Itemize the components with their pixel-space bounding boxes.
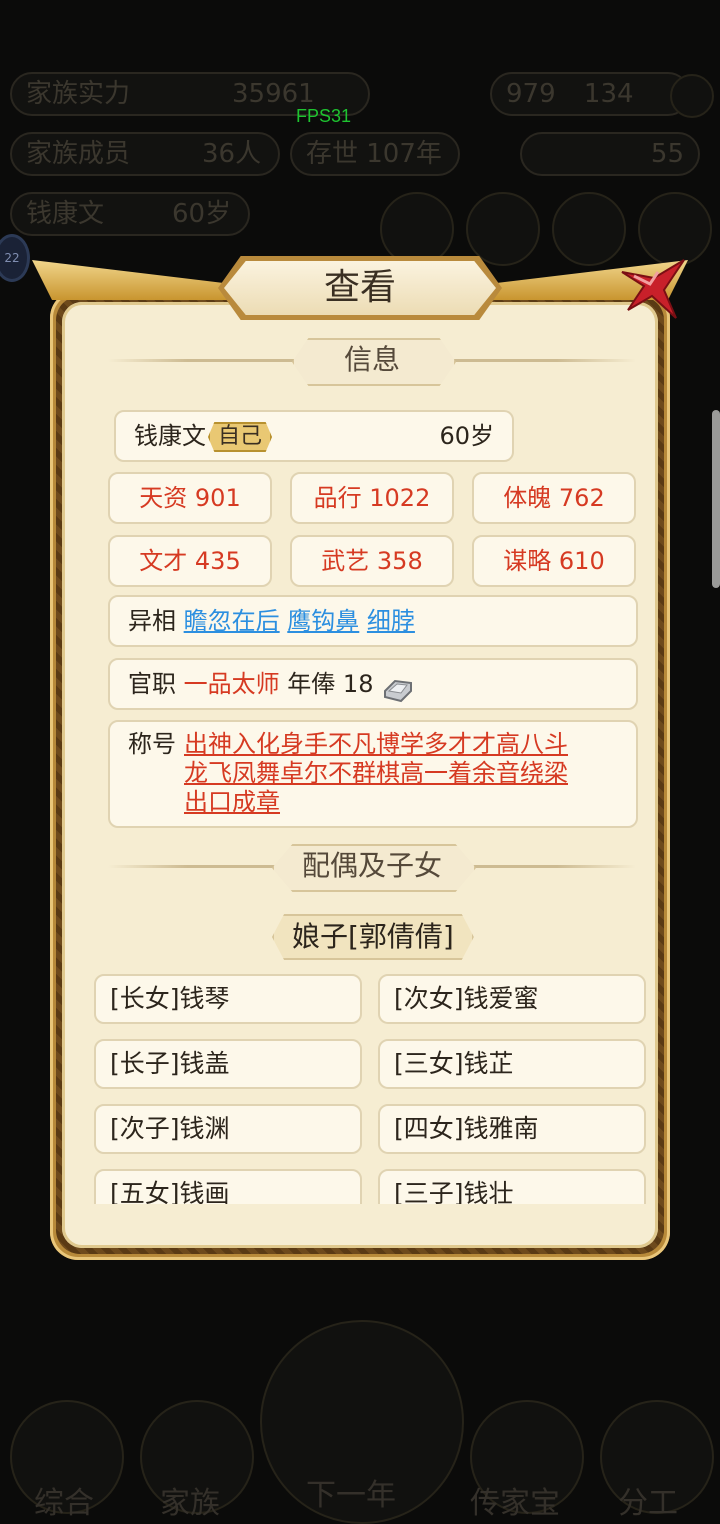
stat-strategy: 谋略 610 <box>472 535 636 587</box>
view-dialog: 信息 钱康文 自己 60岁 天资 901 品行 1022 体魄 762 文才 4… <box>32 256 688 1260</box>
title-line: 出口成章 <box>184 788 280 816</box>
silver-ingot-icon <box>381 671 415 703</box>
bg-members: 家族成员 36人 <box>10 132 280 176</box>
trait-link[interactable]: 鹰钩鼻 <box>287 607 359 635</box>
dialog-panel: 信息 钱康文 自己 60岁 天资 901 品行 1022 体魄 762 文才 4… <box>62 302 658 1248</box>
bg-help-icon <box>670 74 714 118</box>
titles-label: 称号 <box>128 730 176 758</box>
bg-nav-label: 分工 <box>618 1486 678 1521</box>
info-section-title: 信息 <box>343 343 400 376</box>
bg-value: 36人 <box>202 139 262 169</box>
bg-coins: 55 <box>520 132 700 176</box>
bg-label: 家族成员 <box>26 139 131 169</box>
bg-nav-label: 综合 <box>34 1486 94 1521</box>
salary-label: 年俸 <box>287 670 336 698</box>
titles-list: 出神入化身手不凡博学多才才高八斗 龙飞凤舞卓尔不群棋高一着余音绕梁 出口成章 <box>184 730 568 817</box>
bg-nav-label: 传家宝 <box>470 1486 560 1521</box>
salary-value: 18 <box>342 670 374 698</box>
child-item[interactable]: [次子]钱渊 <box>94 1104 362 1154</box>
bg-sub: 134 <box>583 79 634 109</box>
title-line: 龙飞凤舞卓尔不群棋高一着余音绕梁 <box>184 759 568 787</box>
appearance-row: 异相 瞻忽在后 鹰钩鼻 细脖 <box>108 595 638 647</box>
stat-conduct: 品行 1022 <box>290 472 454 524</box>
office-rank: 一品太师 <box>183 670 280 698</box>
bg-years: 存世 107年 <box>290 132 460 176</box>
child-item[interactable]: [长子]钱盖 <box>94 1039 362 1089</box>
bg-button <box>466 192 540 266</box>
bg-coin-value: 55 <box>650 139 684 169</box>
dialog-title-plate: 查看 <box>218 256 502 320</box>
stat-talent: 天资 901 <box>108 472 272 524</box>
bg-label: 家族实力 <box>26 79 131 109</box>
titles-row: 称号 出神入化身手不凡博学多才才高八斗 龙飞凤舞卓尔不群棋高一着余音绕梁 出口成… <box>108 720 638 828</box>
person-name-box: 钱康文 自己 60岁 <box>114 410 514 462</box>
bg-value: 60岁 <box>172 199 232 229</box>
office-row: 官职 一品太师 年俸 18 <box>108 658 638 710</box>
child-item[interactable]: [长女]钱琴 <box>94 974 362 1024</box>
spouse-label[interactable]: 娘子[郭倩倩] <box>272 914 474 960</box>
stat-physique: 体魄 762 <box>472 472 636 524</box>
bg-button <box>380 192 454 266</box>
child-item[interactable]: [三女]钱芷 <box>378 1039 646 1089</box>
bg-counter: 979 134 <box>490 72 690 116</box>
child-item[interactable]: [次女]钱爱蜜 <box>378 974 646 1024</box>
title-line: 出神入化身手不凡博学多才才高八斗 <box>184 730 568 758</box>
stat-martial: 武艺 358 <box>290 535 454 587</box>
children-list[interactable]: [长女]钱琴 [次女]钱爱蜜 [长子]钱盖 [三女]钱芷 [次子]钱渊 [四女]… <box>94 974 650 1204</box>
scrollbar[interactable] <box>712 410 720 588</box>
stat-literary: 文才 435 <box>108 535 272 587</box>
bg-tag: 存世 107年 <box>306 139 442 169</box>
close-x-icon[interactable] <box>614 252 686 324</box>
self-tag: 自己 <box>208 422 273 452</box>
trait-link[interactable]: 瞻忽在后 <box>184 607 280 635</box>
person-name: 钱康文 <box>134 422 206 450</box>
bg-count: 979 <box>506 79 556 109</box>
family-section-title: 配偶及子女 <box>301 849 442 882</box>
info-section-header: 信息 <box>108 338 636 386</box>
person-age: 60岁 <box>439 422 494 450</box>
bg-label: 钱康文 <box>26 199 105 229</box>
bg-person: 钱康文 60岁 <box>10 192 250 236</box>
appearance-label: 异相 <box>128 607 176 635</box>
bg-nav-label: 家族 <box>160 1486 220 1521</box>
family-section-header: 配偶及子女 <box>108 844 636 892</box>
child-item[interactable]: [四女]钱雅南 <box>378 1104 646 1154</box>
child-item[interactable]: [三子]钱壮 <box>378 1169 646 1204</box>
dialog-title: 查看 <box>323 267 396 308</box>
office-label: 官职 <box>128 670 176 698</box>
trait-link[interactable]: 细脖 <box>367 607 415 635</box>
fps-counter: FPS31 <box>296 106 352 126</box>
child-item[interactable]: [五女]钱画 <box>94 1169 362 1204</box>
bg-nav-label: 下一年 <box>306 1478 396 1513</box>
